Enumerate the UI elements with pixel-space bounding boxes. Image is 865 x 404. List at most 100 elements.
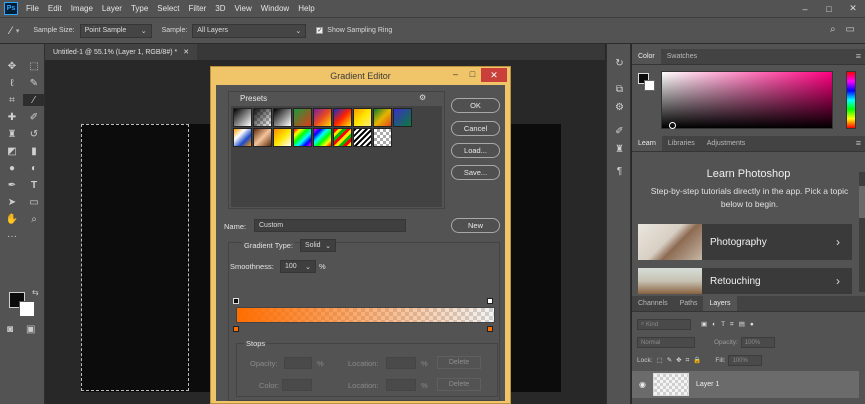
preset-swatch[interactable] — [273, 108, 292, 127]
opacity-stop-right[interactable] — [487, 298, 493, 304]
learn-scrollbar[interactable] — [859, 172, 865, 292]
name-input[interactable]: Custom — [254, 219, 406, 232]
learn-card-photography[interactable]: Photography › — [638, 224, 852, 260]
shape-tool-icon[interactable]: ▭ — [23, 196, 45, 208]
tab-layers[interactable]: Layers — [703, 296, 737, 311]
preset-swatch[interactable] — [353, 128, 372, 147]
healing-brush-tool-icon[interactable]: ✚ — [1, 111, 23, 123]
color-spectrum-field[interactable] — [661, 71, 833, 129]
preset-swatch[interactable] — [353, 108, 372, 127]
more-tools-icon[interactable]: ··· — [1, 230, 23, 242]
menu-file[interactable]: File — [26, 4, 39, 13]
preset-swatch[interactable] — [273, 128, 292, 147]
new-button[interactable]: New — [451, 218, 500, 233]
layer-filter-select[interactable]: ⌕ Kind — [637, 319, 691, 330]
swap-colors-icon[interactable]: ⇆ — [32, 288, 39, 297]
menu-image[interactable]: Image — [71, 4, 93, 13]
hue-slider[interactable] — [846, 71, 856, 129]
screen-mode-icon[interactable]: ▣ — [26, 324, 35, 335]
quick-select-tool-icon[interactable]: ✎ — [23, 77, 45, 89]
layer-row-layer1[interactable]: ◉ Layer 1 — [632, 371, 859, 398]
sample-size-select[interactable]: Point Sample ⌄ — [79, 23, 152, 38]
panel-menu-icon[interactable]: ≡ — [856, 138, 861, 148]
pen-tool-icon[interactable]: ✒ — [1, 179, 23, 191]
dialog-maximize-button[interactable]: □ — [464, 68, 481, 81]
gradient-preview-bar[interactable] — [236, 307, 495, 323]
smoothness-select[interactable]: 100 ⌄ — [280, 260, 316, 273]
history-brush-tool-icon[interactable]: ↺ — [23, 128, 45, 140]
tab-libraries[interactable]: Libraries — [662, 136, 701, 151]
preset-swatch[interactable] — [253, 108, 272, 127]
layer-name[interactable]: Layer 1 — [696, 381, 719, 388]
tab-color[interactable]: Color — [632, 49, 661, 64]
presets-gear-icon[interactable]: ⚙ — [419, 93, 426, 102]
type-tool-icon[interactable]: T — [23, 179, 45, 191]
crop-tool-icon[interactable]: ⌗ — [1, 94, 23, 106]
properties-icon[interactable]: ⧉ — [607, 80, 632, 98]
visibility-eye-icon[interactable]: ◉ — [639, 380, 646, 389]
tab-swatches[interactable]: Swatches — [661, 49, 703, 64]
ok-button[interactable]: OK — [451, 98, 500, 113]
layer-filter-icons[interactable]: ▣◐T⌗▤● — [701, 320, 759, 329]
preset-swatch[interactable] — [293, 108, 312, 127]
minimize-button[interactable]: – — [793, 4, 817, 14]
tool-preset-chevron-icon[interactable]: ▾ — [16, 27, 20, 35]
zoom-tool-icon[interactable]: ⌕ — [23, 213, 45, 225]
history-icon[interactable]: ↻ — [607, 54, 632, 72]
delete-color-stop-button[interactable]: Delete — [437, 378, 481, 391]
gradient-tool-icon[interactable]: ▮ — [23, 145, 45, 157]
preset-swatch[interactable] — [333, 108, 352, 127]
menu-help[interactable]: Help — [298, 4, 314, 13]
save-button[interactable]: Save... — [451, 165, 500, 180]
close-icon[interactable]: ✕ — [183, 48, 189, 56]
fill-field[interactable]: 100% — [728, 355, 763, 366]
quick-mask-icon[interactable]: ◙ — [7, 324, 13, 335]
brush-tool-icon[interactable]: ✐ — [23, 111, 45, 123]
blend-mode-select[interactable]: Normal — [637, 337, 695, 348]
stop-location-field[interactable] — [386, 357, 416, 369]
color-panel-background[interactable] — [644, 80, 655, 91]
preset-swatch[interactable] — [293, 128, 312, 147]
dialog-close-button[interactable]: ✕ — [481, 68, 507, 82]
clone-source-icon[interactable]: ♜ — [607, 140, 632, 158]
preset-swatch[interactable] — [313, 108, 332, 127]
search-icon[interactable]: ⌕ — [830, 24, 836, 35]
preset-swatch[interactable] — [233, 108, 252, 127]
close-button[interactable]: ✕ — [841, 3, 865, 14]
sample-select[interactable]: All Layers ⌄ — [192, 23, 307, 38]
cancel-button[interactable]: Cancel — [451, 121, 500, 136]
menu-edit[interactable]: Edit — [48, 4, 62, 13]
lasso-tool-icon[interactable]: ℓ — [1, 77, 23, 89]
marquee-tool-icon[interactable]: ⬚ — [23, 60, 45, 72]
stop-color-swatch[interactable] — [282, 379, 312, 391]
presets-list[interactable] — [231, 106, 442, 207]
document-tab[interactable]: Untitled-1 @ 55.1% (Layer 1, RGB/8#) * ✕ — [45, 44, 198, 60]
eyedropper-tool-icon[interactable]: ⁄ — [10, 25, 12, 37]
preset-swatch[interactable] — [373, 128, 392, 147]
hand-tool-icon[interactable]: ✋ — [1, 213, 23, 225]
menu-select[interactable]: Select — [157, 4, 179, 13]
dialog-minimize-button[interactable]: – — [447, 68, 464, 81]
tab-channels[interactable]: Channels — [632, 296, 674, 311]
color-stop-right[interactable] — [487, 326, 493, 332]
preset-swatch[interactable] — [253, 128, 272, 147]
gradient-type-select[interactable]: Solid ⌄ — [300, 239, 336, 252]
menu-3d[interactable]: 3D — [215, 4, 225, 13]
preset-swatch[interactable] — [373, 108, 392, 127]
eyedropper-tool-icon[interactable]: ⁄ — [23, 94, 45, 106]
move-tool-icon[interactable]: ✥ — [1, 60, 23, 72]
sampling-ring-checkbox[interactable]: ✓ — [316, 27, 324, 34]
menu-view[interactable]: View — [235, 4, 252, 13]
adjust-icon[interactable]: ⚙ — [607, 98, 632, 116]
delete-opacity-stop-button[interactable]: Delete — [437, 356, 481, 369]
dodge-tool-icon[interactable]: ◐ — [23, 162, 45, 174]
menu-layer[interactable]: Layer — [102, 4, 122, 13]
opacity-stop-left[interactable] — [233, 298, 239, 304]
tab-adjustments[interactable]: Adjustments — [701, 136, 752, 151]
brush-icon[interactable]: ✐ — [607, 122, 632, 140]
tab-learn[interactable]: Learn — [632, 136, 662, 151]
path-select-tool-icon[interactable]: ➤ — [1, 196, 23, 208]
color-stop-left[interactable] — [233, 326, 239, 332]
menu-filter[interactable]: Filter — [189, 4, 207, 13]
learn-card-retouching[interactable]: Retouching › — [638, 268, 852, 294]
